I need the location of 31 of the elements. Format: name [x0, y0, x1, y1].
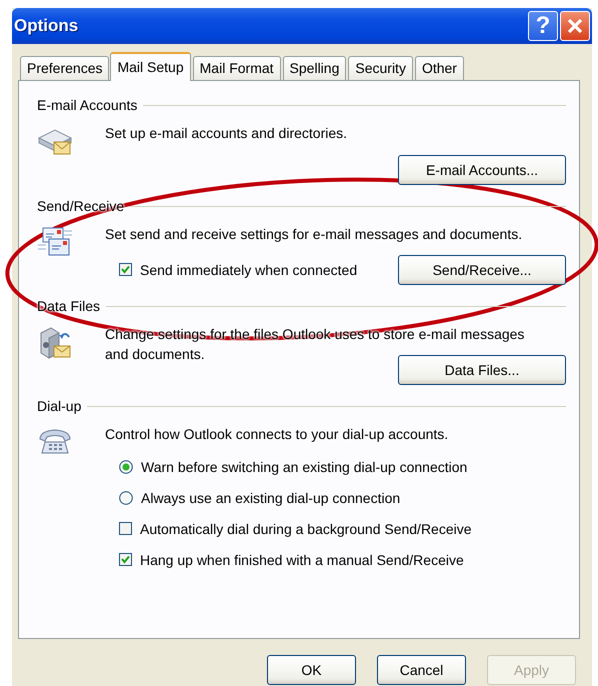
close-button[interactable] [560, 11, 590, 41]
option-label: Always use an existing dial-up connection [141, 490, 400, 506]
option-label: Send immediately when connected [140, 262, 358, 278]
section-description: Set send and receive settings for e-mail messages and documents. [105, 225, 524, 244]
section-description: Control how Outlook connects to your dial-up accounts. [105, 425, 450, 444]
window-title: Options [14, 16, 80, 36]
section-title: Data Files [37, 298, 100, 314]
tab[interactable]: Preferences [20, 56, 110, 80]
tab[interactable]: Mail Format [192, 56, 281, 80]
section-button[interactable]: Send/Receive... [398, 254, 566, 284]
option-label: Automatically dial during a background Send/Receive [140, 520, 472, 536]
dialog-button[interactable]: OK [267, 655, 356, 685]
dialog-button[interactable]: Cancel [377, 655, 466, 685]
section-description: Set up e-mail accounts and directories. [105, 124, 348, 143]
tab[interactable]: Other [414, 56, 464, 80]
checkbox[interactable] [119, 263, 132, 276]
section-title: E-mail Accounts [37, 97, 138, 113]
help-button[interactable]: ? [528, 11, 558, 41]
tab[interactable]: Spelling [282, 56, 346, 80]
tab[interactable]: Security [348, 56, 413, 80]
option-label: Warn before switching an existing dial-up connection [141, 458, 468, 474]
section-button[interactable]: Data Files... [398, 355, 566, 385]
close-icon [566, 17, 584, 35]
checkbox[interactable] [119, 522, 132, 535]
tab[interactable]: Mail Setup [110, 52, 191, 81]
option-label: Hang up when finished with a manual Send/Receive [140, 552, 464, 568]
section-button[interactable]: E-mail Accounts... [398, 155, 566, 185]
checkbox[interactable] [119, 553, 132, 566]
radio-button[interactable] [119, 490, 133, 504]
radio-button[interactable] [119, 460, 133, 474]
section-title: Dial-up [37, 398, 82, 414]
